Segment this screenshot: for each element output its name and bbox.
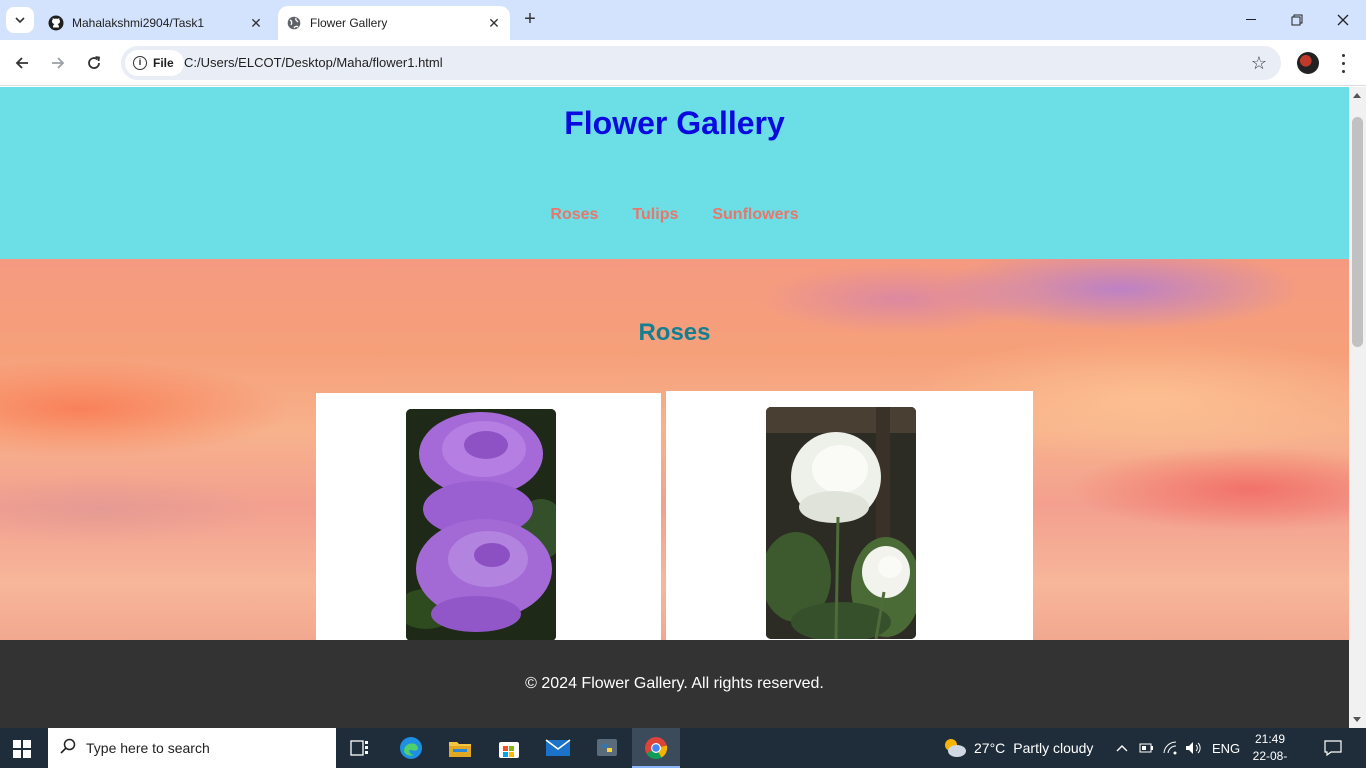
site-info-chip[interactable]: i File — [125, 50, 184, 76]
file-chip-label: File — [153, 56, 174, 70]
new-tab-icon[interactable]: + — [519, 9, 541, 31]
info-icon: i — [133, 56, 147, 70]
tab-title: Mahalakshmi2904/Task1 — [72, 16, 205, 30]
weather-temp: 27°C — [974, 740, 1006, 756]
site-footer: © 2024 Flower Gallery. All rights reserv… — [0, 640, 1349, 728]
windows-taskbar: Type here to search 27°C Partly cloudy E… — [0, 728, 1366, 780]
nav-link-roses[interactable]: Roses — [550, 206, 598, 224]
browser-menu-icon[interactable] — [1336, 51, 1350, 75]
show-hidden-icons-icon[interactable] — [1115, 728, 1129, 768]
back-arrow-icon[interactable] — [10, 51, 34, 75]
site-nav: Roses Tulips Sunflowers — [0, 206, 1349, 224]
windows-start-icon[interactable] — [13, 740, 31, 758]
bookmark-star-icon[interactable]: ☆ — [1251, 53, 1267, 74]
mail-icon[interactable] — [544, 734, 572, 762]
search-icon — [60, 738, 76, 759]
minimize-icon[interactable] — [1228, 6, 1274, 34]
scroll-up-icon[interactable] — [1353, 93, 1361, 98]
file-explorer-icon[interactable] — [446, 734, 474, 762]
task-view-icon[interactable] — [346, 734, 374, 762]
address-bar[interactable]: i File C:/Users/ELCOT/Desktop/Maha/flowe… — [121, 46, 1281, 80]
gallery-card — [666, 391, 1033, 643]
tab-strip: Mahalakshmi2904/Task1 ✕ Flower Gallery ✕… — [0, 0, 1366, 40]
scroll-down-icon[interactable] — [1353, 717, 1361, 722]
globe-icon — [286, 15, 302, 31]
edge-icon[interactable] — [397, 734, 425, 762]
store-icon[interactable] — [495, 734, 523, 762]
page-scrollbar[interactable] — [1349, 87, 1366, 728]
scroll-thumb[interactable] — [1352, 117, 1363, 347]
clock-date: 22-08-2024 — [1252, 749, 1288, 780]
white-rose-image[interactable] — [766, 407, 916, 639]
tab-github[interactable]: Mahalakshmi2904/Task1 ✕ — [40, 6, 272, 40]
clock-time: 21:49 — [1254, 732, 1286, 746]
footer-text: © 2024 Flower Gallery. All rights reserv… — [525, 675, 824, 692]
restore-icon[interactable] — [1274, 6, 1320, 34]
tab-title: Flower Gallery — [310, 16, 388, 30]
nav-link-sunflowers[interactable]: Sunflowers — [712, 206, 798, 224]
volume-icon[interactable] — [1185, 728, 1203, 768]
section-title: Roses — [638, 319, 711, 346]
github-icon — [48, 15, 64, 31]
close-tab-icon[interactable]: ✕ — [246, 13, 266, 33]
weather-widget[interactable]: 27°C Partly cloudy — [942, 728, 1093, 768]
taskbar-search[interactable]: Type here to search — [48, 728, 336, 768]
tab-flower-gallery[interactable]: Flower Gallery ✕ — [278, 6, 510, 40]
url-text[interactable]: C:/Users/ELCOT/Desktop/Maha/flower1.html — [184, 55, 443, 70]
chrome-icon[interactable] — [642, 734, 670, 762]
weather-condition: Partly cloudy — [1013, 740, 1094, 756]
battery-icon[interactable] — [1139, 728, 1155, 768]
profile-avatar[interactable] — [1297, 52, 1319, 74]
tab-search-button[interactable] — [6, 7, 34, 33]
close-window-icon[interactable] — [1320, 6, 1366, 34]
system-clock[interactable]: 21:49 22-08-2024 — [1240, 731, 1300, 782]
wifi-icon[interactable] — [1163, 728, 1179, 768]
purple-rose-image[interactable] — [406, 409, 556, 641]
nav-link-tulips[interactable]: Tulips — [632, 206, 678, 224]
reload-icon[interactable] — [82, 51, 106, 75]
gallery-card — [316, 393, 661, 643]
page-viewport: Flower Gallery Roses Tulips Sunflowers R… — [0, 87, 1349, 728]
partly-cloudy-icon — [942, 736, 966, 761]
forward-arrow-icon[interactable] — [46, 51, 70, 75]
close-tab-icon[interactable]: ✕ — [484, 13, 504, 33]
notifications-icon[interactable] — [1324, 728, 1342, 768]
python-icon[interactable] — [593, 734, 621, 762]
chevron-down-icon — [15, 17, 25, 23]
page-title: Flower Gallery — [564, 105, 785, 141]
site-header: Flower Gallery Roses Tulips Sunflowers — [0, 87, 1349, 259]
browser-toolbar: i File C:/Users/ELCOT/Desktop/Maha/flowe… — [0, 40, 1366, 86]
language-indicator[interactable]: ENG — [1212, 728, 1240, 768]
search-placeholder: Type here to search — [86, 740, 210, 756]
